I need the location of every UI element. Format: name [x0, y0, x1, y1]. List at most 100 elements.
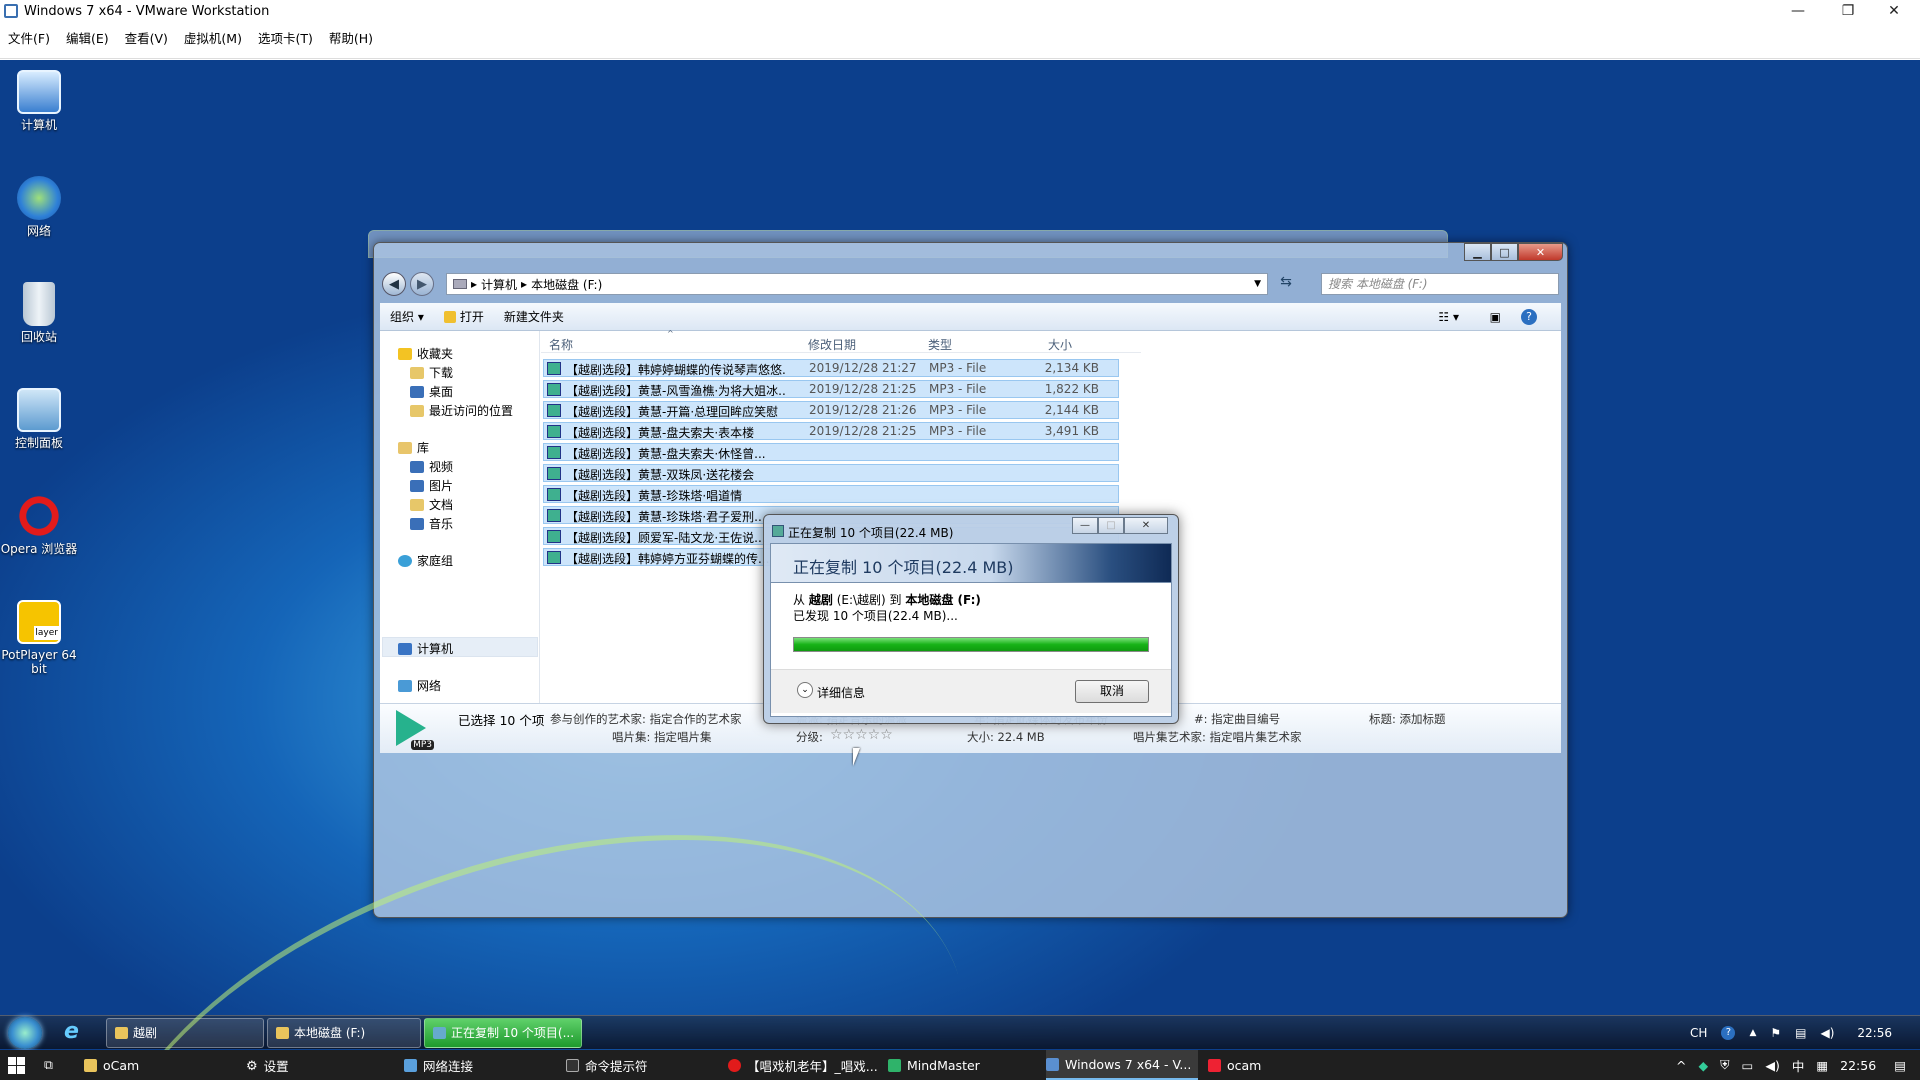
preview-pane-icon[interactable]: ▣	[1490, 310, 1501, 324]
shield-icon[interactable]: ⛨	[1720, 1057, 1729, 1073]
detail-album[interactable]: 唱片集: 指定唱片集	[612, 729, 712, 745]
menu-help[interactable]: 帮助(H)	[321, 28, 381, 47]
host-task-mindmaster[interactable]: MindMaster	[888, 1050, 1040, 1080]
desktop-icon-network[interactable]: 网络	[0, 176, 78, 238]
source-folder-link[interactable]: 越剧	[809, 593, 833, 607]
column-date[interactable]: 修改日期	[808, 336, 856, 353]
menu-vm[interactable]: 虚拟机(M)	[176, 28, 250, 47]
guest-task-yueju[interactable]: 越剧	[106, 1018, 264, 1048]
open-button[interactable]: 打开	[443, 308, 484, 325]
back-button[interactable]: ◀	[382, 272, 406, 296]
nav-libraries[interactable]: 库	[398, 439, 429, 456]
menu-file[interactable]: 文件(F)	[0, 28, 58, 47]
expand-details-icon[interactable]: ⌄	[797, 682, 813, 698]
desktop-icon-potplayer[interactable]: layer PotPlayer 64 bit	[0, 600, 78, 676]
menu-edit[interactable]: 编辑(E)	[58, 28, 117, 47]
file-row[interactable]: 【越剧选段】黄慧-盘夫索夫·表本楼 2019/12/28 21:25 MP3 - F…	[543, 422, 1119, 440]
nav-downloads[interactable]: 下载	[410, 364, 453, 381]
nav-desktop[interactable]: 桌面	[410, 383, 453, 400]
nav-favorites[interactable]: 收藏夹	[398, 345, 453, 362]
windows-start-icon[interactable]	[8, 1057, 25, 1074]
close-button[interactable]: ✕	[1872, 0, 1916, 22]
breadcrumb-drive-f[interactable]: 本地磁盘 (F:)	[531, 276, 602, 293]
host-task-network-connections[interactable]: 网络连接	[404, 1050, 554, 1080]
dialog-close-button[interactable]: ✕	[1124, 517, 1168, 534]
nav-videos[interactable]: 视频	[410, 458, 453, 475]
file-row[interactable]: 【越剧选段】黄慧-盘夫索夫·休怪曾...	[543, 443, 1119, 461]
guest-start-button[interactable]	[8, 1017, 42, 1049]
desktop-icon-computer[interactable]: 计算机	[0, 70, 78, 132]
help-icon[interactable]: ?	[1521, 308, 1537, 325]
network-status-icon[interactable]: ▤	[1795, 1026, 1806, 1040]
input-language[interactable]: CH	[1690, 1026, 1707, 1040]
destination-link[interactable]: 本地磁盘 (F:)	[905, 593, 981, 607]
mp3-file-icon	[547, 446, 561, 459]
restore-button[interactable]: ❐	[1826, 0, 1870, 22]
show-hidden-icons[interactable]: ^	[1676, 1058, 1686, 1073]
guest-task-drive-f[interactable]: 本地磁盘 (F:)	[267, 1018, 421, 1048]
desktop-icon-control-panel[interactable]: 控制面板	[0, 388, 78, 450]
notifications-icon[interactable]: ▤	[1894, 1058, 1906, 1073]
nav-computer[interactable]: 计算机	[398, 640, 453, 657]
nav-documents[interactable]: 文档	[410, 496, 453, 513]
column-type[interactable]: 类型	[928, 336, 952, 353]
file-row[interactable]: 【越剧选段】黄慧-开篇·总理回眸应笑慰 2019/12/28 21:26 MP3 -…	[543, 401, 1119, 419]
explorer-close-button[interactable]: ✕	[1518, 243, 1563, 261]
host-task-vmware[interactable]: Windows 7 x64 - V...	[1046, 1050, 1198, 1080]
ime-grid-icon[interactable]: ▦	[1816, 1058, 1828, 1073]
minimize-button[interactable]: —	[1776, 0, 1820, 22]
detail-album-artist[interactable]: 唱片集艺术家: 指定唱片集艺术家	[1133, 729, 1302, 745]
guest-task-copying[interactable]: 正在复制 10 个项目(...	[424, 1018, 582, 1048]
detail-title[interactable]: 标题: 添加标题	[1369, 711, 1446, 727]
ime-indicator[interactable]: 中	[1792, 1056, 1805, 1075]
nav-network[interactable]: 网络	[398, 677, 441, 694]
new-folder-button[interactable]: 新建文件夹	[504, 308, 564, 325]
ie-icon[interactable]: e	[64, 1021, 88, 1044]
rating-stars-icon[interactable]: ☆☆☆☆☆	[830, 727, 893, 743]
dialog-minimize-button[interactable]: —	[1072, 517, 1098, 534]
file-row[interactable]: 【越剧选段】黄慧-珍珠塔·唱道情	[543, 485, 1119, 503]
column-size[interactable]: 大小	[1048, 336, 1072, 353]
host-task-opera[interactable]: 【唱戏机老年】_唱戏...	[728, 1050, 884, 1080]
desktop-icon-opera[interactable]: Opera 浏览器	[0, 494, 78, 556]
address-dropdown-icon[interactable]: ▼	[1254, 279, 1261, 289]
explorer-minimize-button[interactable]: ▁	[1464, 243, 1491, 261]
forward-button[interactable]: ▶	[410, 272, 434, 296]
network-icon[interactable]: ▭	[1742, 1058, 1754, 1073]
help-icon[interactable]: ?	[1721, 1026, 1736, 1040]
view-options-icon[interactable]: ☷ ▾	[1438, 310, 1459, 324]
search-input[interactable]: 搜索 本地磁盘 (F:)	[1321, 273, 1559, 295]
more-details-toggle[interactable]: 详细信息	[817, 684, 865, 701]
cancel-button[interactable]: 取消	[1075, 680, 1149, 703]
refresh-button[interactable]: ⇆	[1275, 274, 1297, 294]
flag-icon[interactable]: ⚑	[1770, 1026, 1781, 1040]
file-row[interactable]: 【越剧选段】韩婷婷蝴蝶的传说琴声悠悠... 2019/12/28 21:27 MP3…	[543, 359, 1119, 377]
file-row[interactable]: 【越剧选段】黄慧-风雪渔樵·为将大姐冰... 2019/12/28 21:25 MP…	[543, 380, 1119, 398]
guest-clock[interactable]: 22:56	[1857, 1026, 1892, 1040]
volume-icon[interactable]: ◀)	[1820, 1026, 1834, 1040]
column-name[interactable]: 名称	[549, 336, 573, 353]
host-task-ocam-folder[interactable]: oCam	[84, 1050, 240, 1080]
breadcrumb-computer[interactable]: 计算机	[481, 276, 517, 293]
menu-view[interactable]: 查看(V)	[117, 28, 176, 47]
show-hidden-icons[interactable]: ▲	[1749, 1028, 1756, 1038]
explorer-maximize-button[interactable]: □	[1491, 243, 1518, 261]
detail-track[interactable]: #: 指定曲目编号	[1194, 711, 1280, 727]
nav-recent-places[interactable]: 最近访问的位置	[410, 402, 513, 419]
desktop-icon-recycle-bin[interactable]: 回收站	[0, 282, 78, 344]
host-task-command-prompt[interactable]: 命令提示符	[566, 1050, 722, 1080]
volume-icon[interactable]: ◀)	[1765, 1058, 1780, 1073]
detail-artist[interactable]: 参与创作的艺术家: 指定合作的艺术家	[550, 711, 742, 727]
host-task-settings[interactable]: ⚙ 设置	[246, 1050, 396, 1080]
address-bar[interactable]: ▸ 计算机 ▸ 本地磁盘 (F:) ▼	[446, 273, 1268, 295]
host-clock[interactable]: 22:56	[1840, 1058, 1876, 1073]
menu-tabs[interactable]: 选项卡(T)	[250, 28, 321, 47]
nav-homegroup[interactable]: 家庭组	[398, 552, 453, 569]
file-row[interactable]: 【越剧选段】黄慧-双珠凤·送花楼会	[543, 464, 1119, 482]
security-icon[interactable]: ◆	[1699, 1058, 1709, 1073]
organize-button[interactable]: 组织 ▾	[390, 308, 424, 325]
nav-pictures[interactable]: 图片	[410, 477, 453, 494]
nav-music[interactable]: 音乐	[410, 515, 453, 532]
task-view-icon[interactable]: ⧉	[44, 1050, 66, 1080]
host-task-ocam[interactable]: ocam	[1208, 1050, 1358, 1080]
